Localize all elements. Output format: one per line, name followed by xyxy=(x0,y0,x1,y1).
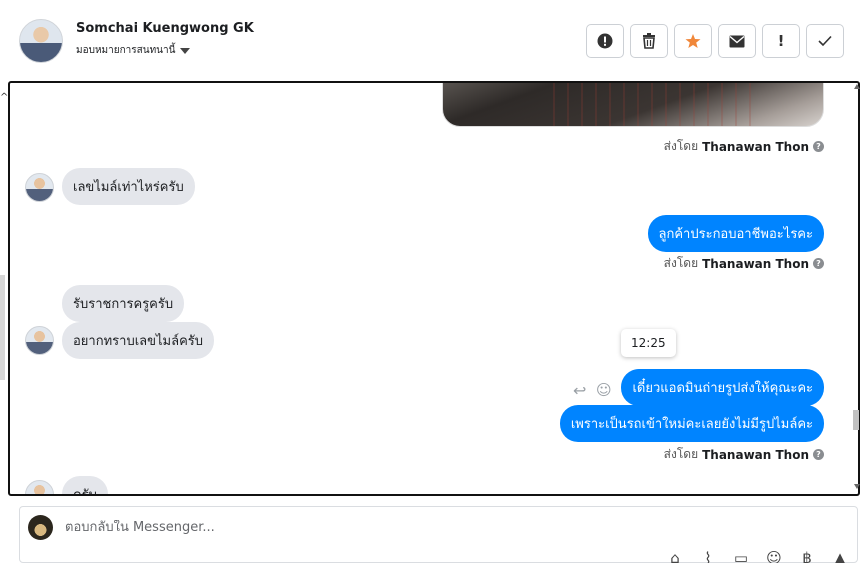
incoming-message[interactable]: อยากทราบเลขไมล์ครับ xyxy=(62,322,214,359)
sent-by-prefix: ส่งโดย xyxy=(663,139,699,153)
contact-avatar-small xyxy=(25,326,54,355)
scroll-down-arrow[interactable] xyxy=(854,484,860,489)
contact-avatar-small xyxy=(25,173,54,202)
help-icon[interactable]: ? xyxy=(813,258,824,269)
caret-down-icon xyxy=(180,47,191,54)
message-thread[interactable]: ส่งโดย Thanawan Thon ? เลขไมล์เท่าไหร่คร… xyxy=(8,81,860,496)
sender-name: Thanawan Thon xyxy=(702,139,809,154)
reply-composer: ⌂ ⌇ ▭ ☺ ฿ ▲ xyxy=(19,506,858,563)
left-panel-edge xyxy=(0,275,5,380)
mark-done-button[interactable] xyxy=(806,24,844,58)
emoji-icon[interactable]: ☺ xyxy=(764,549,784,563)
mail-button[interactable] xyxy=(718,24,756,58)
timestamp-tooltip: 12:25 xyxy=(621,329,676,357)
image-attachment[interactable] xyxy=(442,83,824,127)
sent-by-prefix: ส่งโดย xyxy=(663,447,699,461)
sent-by-label: ส่งโดย Thanawan Thon ? xyxy=(664,445,824,464)
delete-button[interactable] xyxy=(630,24,668,58)
baht-icon[interactable]: ฿ xyxy=(797,549,817,563)
incoming-message[interactable]: เลขไมล์เท่าไหร่ครับ xyxy=(62,168,195,205)
help-icon[interactable]: ? xyxy=(813,449,824,460)
sent-by-label: ส่งโดย Thanawan Thon ? xyxy=(664,254,824,273)
reply-icon[interactable]: ↩ xyxy=(573,381,586,400)
conversation-actions: ! xyxy=(586,24,844,58)
alert-button[interactable] xyxy=(586,24,624,58)
sender-name: Thanawan Thon xyxy=(702,447,809,462)
trash-icon xyxy=(643,33,655,49)
contact-name[interactable]: Somchai Kuengwong GK xyxy=(76,21,254,36)
outgoing-message[interactable]: เพราะเป็นรถเข้าใหม่คะเลยยังไม่มีรูปไมล์ค… xyxy=(559,405,824,442)
thumbs-up-icon[interactable]: ▲ xyxy=(830,549,850,563)
spam-button[interactable]: ! xyxy=(762,24,800,58)
help-icon[interactable]: ? xyxy=(813,141,824,152)
incoming-message[interactable]: ครับ xyxy=(62,476,108,494)
sent-by-prefix: ส่งโดย xyxy=(663,256,699,270)
sender-name: Thanawan Thon xyxy=(702,256,809,271)
incoming-message[interactable]: รับราชการครูครับ xyxy=(62,285,185,322)
saved-reply-icon[interactable]: ▭ xyxy=(731,549,751,563)
scroll-up-arrow[interactable] xyxy=(854,84,860,89)
composer-toolbar: ⌂ ⌇ ▭ ☺ ฿ ▲ xyxy=(665,549,850,563)
assign-label: มอบหมายการสนทนานี้ xyxy=(76,45,176,56)
shopping-bag-icon[interactable]: ⌂ xyxy=(665,549,685,563)
paperclip-icon[interactable]: ⌇ xyxy=(698,549,718,563)
page-avatar xyxy=(28,515,53,540)
outgoing-message[interactable]: ลูกค้าประกอบอาชีพอะไรคะ xyxy=(647,215,824,252)
inbox-conversation-window: Somchai Kuengwong GK มอบหมายการสนทนานี้ xyxy=(0,0,860,563)
reply-input[interactable] xyxy=(65,520,565,535)
sent-by-label: ส่งโดย Thanawan Thon ? xyxy=(664,137,824,156)
contact-avatar[interactable] xyxy=(19,19,63,63)
star-icon xyxy=(685,34,701,48)
outgoing-message[interactable]: เดี๋ยวแอดมินถ่ายรูปส่งให้คุณะคะ xyxy=(621,369,824,406)
exclamation-icon: ! xyxy=(777,32,785,50)
conversation-header: Somchai Kuengwong GK มอบหมายการสนทนานี้ xyxy=(0,0,860,82)
react-emoji-icon[interactable]: ☺ xyxy=(596,381,612,399)
envelope-icon xyxy=(729,35,745,47)
contact-avatar-small xyxy=(25,480,54,494)
scrollbar-thumb[interactable] xyxy=(853,410,859,430)
check-icon xyxy=(818,35,832,47)
star-button[interactable] xyxy=(674,24,712,58)
assign-conversation-dropdown[interactable]: มอบหมายการสนทนานี้ xyxy=(76,43,191,58)
exclamation-circle-icon xyxy=(597,33,613,49)
